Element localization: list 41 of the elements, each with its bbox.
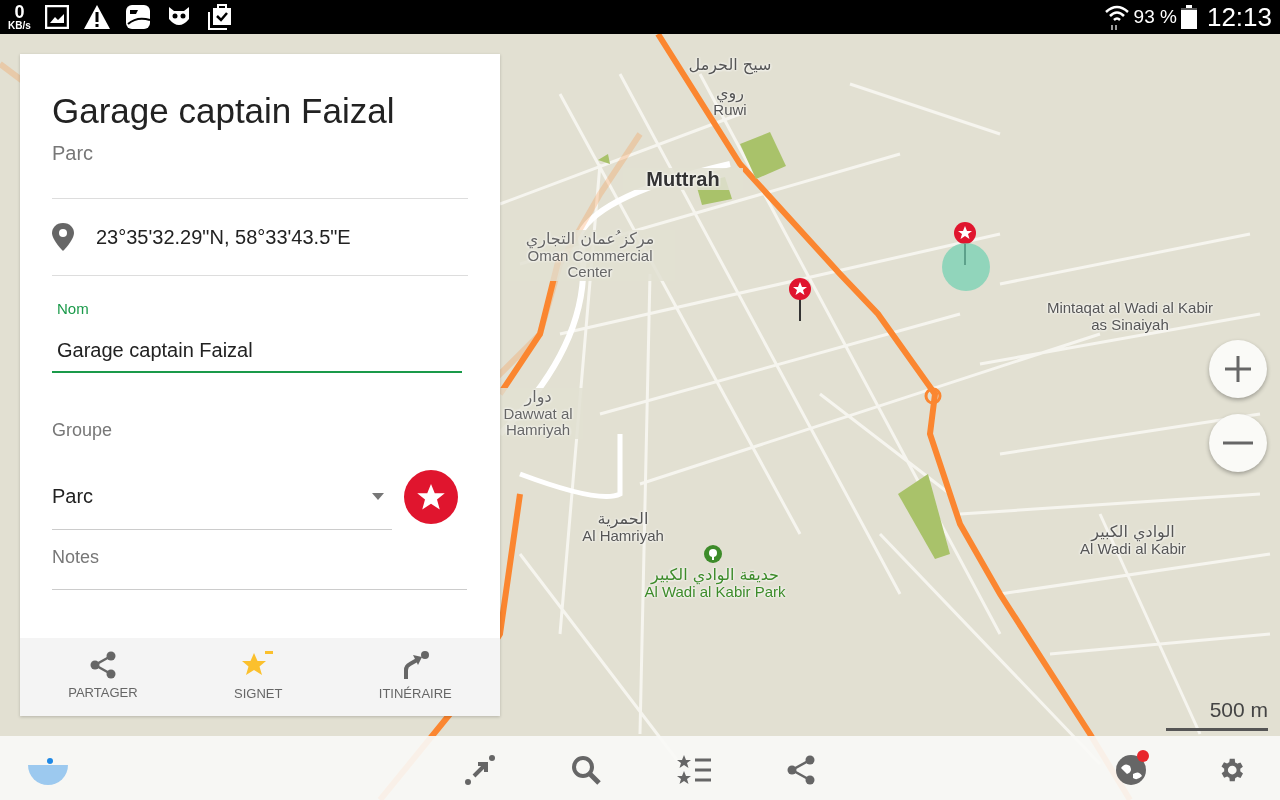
tree-icon: [704, 545, 722, 563]
share-icon: [786, 755, 816, 785]
name-input-field[interactable]: Garage captain Faizal: [52, 328, 462, 373]
place-category: Parc: [52, 141, 95, 166]
wifi-icon: [1103, 3, 1130, 31]
location-direction-icon: [26, 755, 68, 785]
share-action-button[interactable]: PARTAGER: [56, 647, 150, 707]
map-place-label: سيح الحرمل: [687, 56, 773, 74]
clipboard-check-icon: [206, 4, 233, 30]
image-icon: [44, 5, 69, 29]
coordinates-text: 23°35'32.29"N, 58°33'43.5"E: [96, 225, 351, 250]
notes-input-field[interactable]: Notes: [52, 529, 467, 590]
bookmark-action-button[interactable]: SIGNET: [222, 646, 295, 708]
location-pin-icon: [52, 223, 74, 251]
park-area: [740, 132, 786, 179]
battery-icon: [1180, 5, 1197, 29]
globe-icon: [1115, 754, 1147, 786]
map-scale-bar: 500 m: [1166, 694, 1268, 731]
share-icon: [88, 651, 117, 680]
battery-percentage: 93 %: [1133, 4, 1177, 29]
group-field-label: Groupe: [52, 418, 114, 442]
place-title: Garage captain Faizal: [52, 90, 396, 132]
warning-icon: [82, 4, 111, 30]
location-accuracy-icon: [941, 242, 991, 292]
clock-time: 12:13: [1206, 0, 1272, 34]
group-dropdown[interactable]: Parc: [52, 463, 392, 530]
network-speed: 0: [14, 3, 25, 21]
network-speed-unit: KB/s: [8, 21, 31, 31]
zoom-in-button[interactable]: [1209, 340, 1267, 398]
map-place-label: Mintaqat al Wadi al Kabir as Sinaiyah: [1045, 300, 1215, 333]
route-action-button[interactable]: ITINÉRAIRE: [366, 646, 464, 708]
bookmark-color-button[interactable]: [404, 469, 458, 524]
map-pin-icon[interactable]: [787, 278, 813, 322]
minus-icon: [1223, 441, 1253, 445]
caret-icon: [372, 492, 384, 500]
name-field-label: Nom: [56, 299, 90, 319]
star-list-icon: [677, 755, 711, 785]
park-area: [598, 154, 610, 164]
plus-icon: [1223, 354, 1253, 384]
search-icon: [570, 754, 602, 786]
route-icon: [464, 754, 496, 786]
